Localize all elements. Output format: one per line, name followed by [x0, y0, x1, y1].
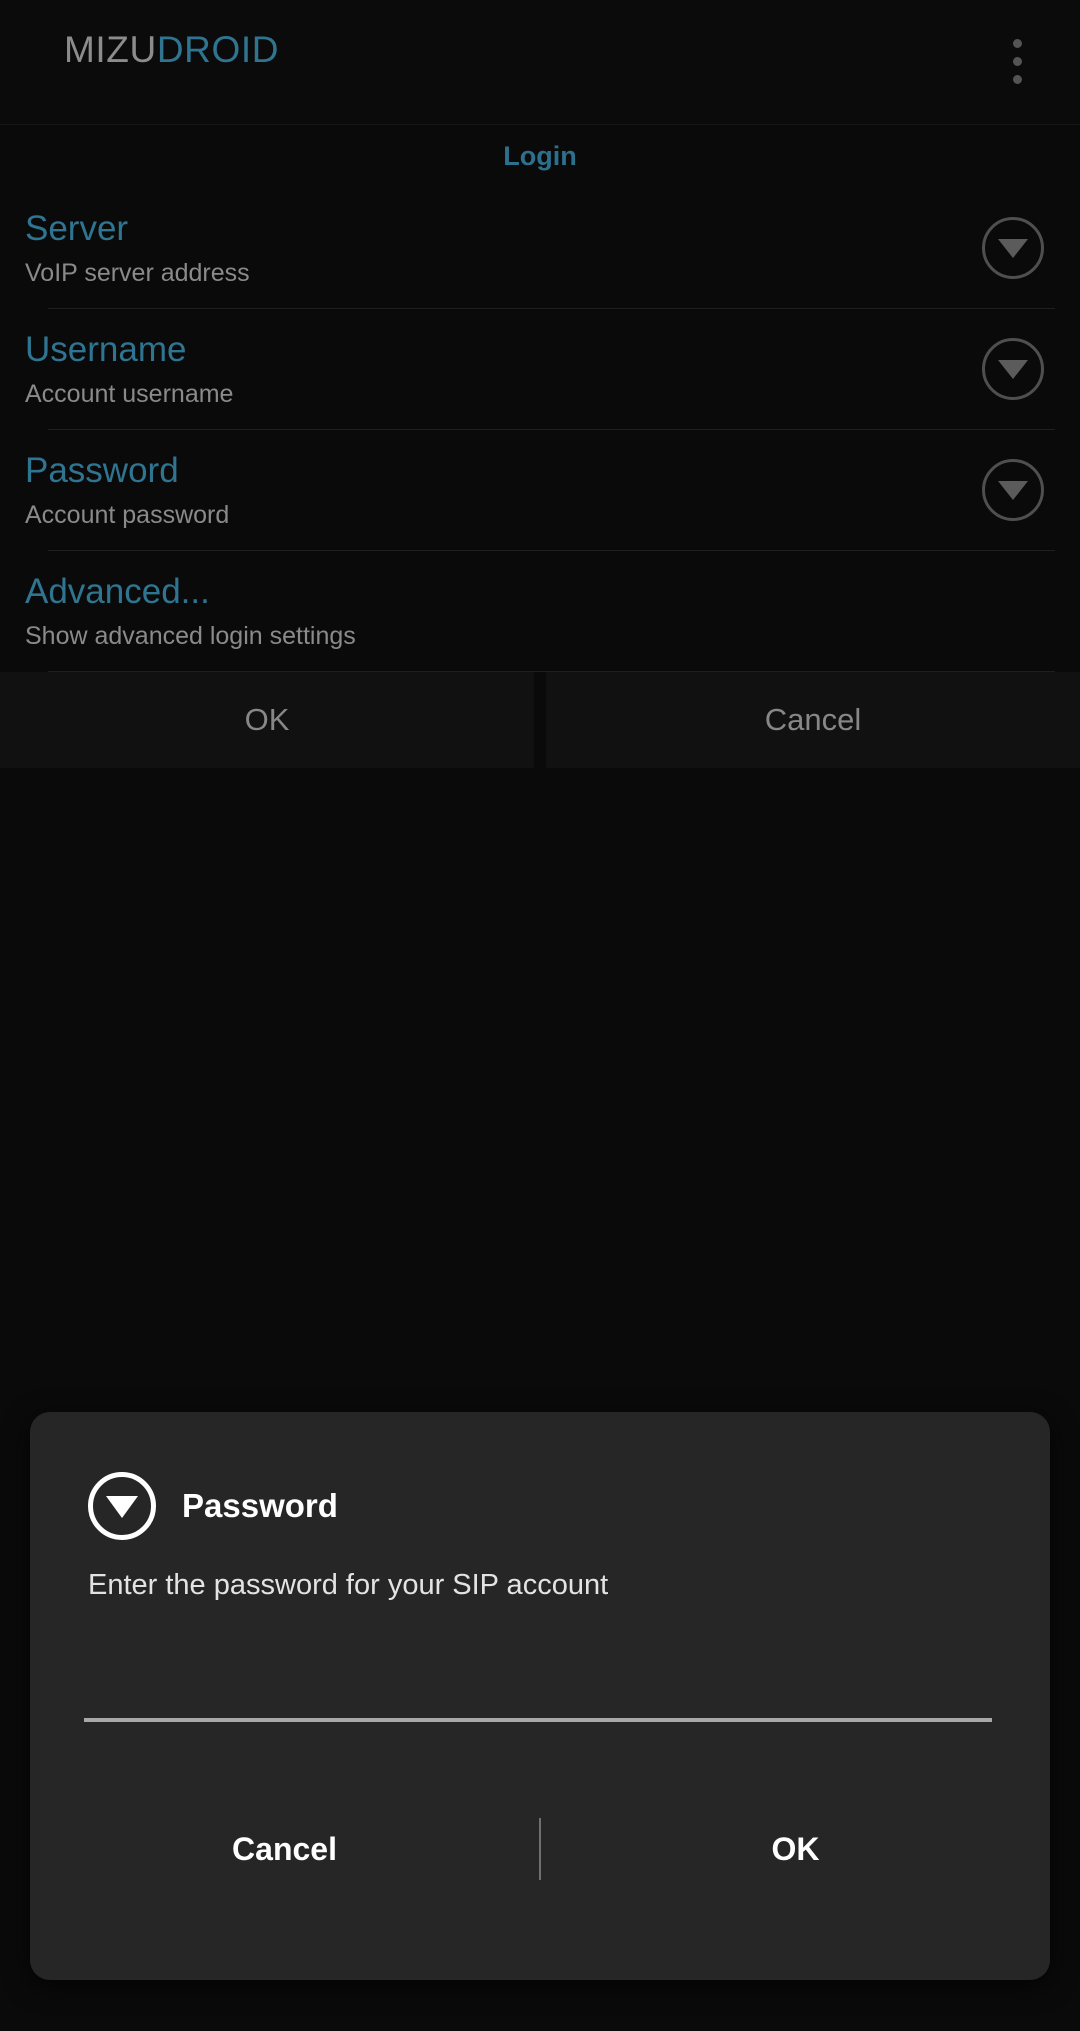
- preference-title: Password: [25, 451, 179, 490]
- dialog-cancel-button[interactable]: Cancel: [30, 1812, 539, 1886]
- preference-summary: Account username: [25, 380, 234, 408]
- dialog-ok-button[interactable]: OK: [541, 1812, 1050, 1886]
- preference-list: Server VoIP server address Username Acco…: [0, 187, 1080, 672]
- preference-summary: Account password: [25, 501, 230, 529]
- app-title-primary: MIZU: [64, 29, 157, 70]
- preference-title: Username: [25, 330, 187, 369]
- password-input[interactable]: [84, 1670, 992, 1722]
- dialog-input-wrap: [30, 1604, 1050, 1722]
- caret-shape: [982, 216, 1044, 279]
- app-title: MIZUDROID: [64, 28, 279, 72]
- action-bar: MIZUDROID: [0, 0, 1080, 125]
- dialog-message: Enter the password for your SIP account: [88, 1569, 609, 1601]
- preference-title: Server: [25, 209, 129, 248]
- preference-summary: VoIP server address: [25, 259, 250, 287]
- overflow-menu-icon[interactable]: [980, 18, 1054, 104]
- preference-title: Advanced...: [25, 572, 210, 611]
- app-title-accent: DROID: [156, 29, 280, 70]
- form-button-bar: OK Cancel: [0, 672, 1080, 768]
- circle-down-caret-icon[interactable]: [982, 216, 1044, 279]
- dialog-button-row: Cancel OK: [30, 1812, 1050, 1886]
- circle-down-caret-icon: [88, 1472, 156, 1540]
- preference-row-password[interactable]: Password Account password: [0, 429, 1080, 550]
- cancel-button[interactable]: Cancel: [546, 672, 1080, 768]
- circle-down-caret-icon[interactable]: [982, 458, 1044, 521]
- circle-down-caret-icon[interactable]: [982, 337, 1044, 400]
- preference-summary: Show advanced login settings: [25, 622, 356, 650]
- overflow-dot-1: [1012, 38, 1022, 48]
- password-dialog: Password Enter the password for your SIP…: [30, 1412, 1050, 1980]
- preference-row-server[interactable]: Server VoIP server address: [0, 187, 1080, 308]
- dialog-title: Password: [182, 1487, 338, 1524]
- ok-button[interactable]: OK: [0, 672, 534, 768]
- preference-row-username[interactable]: Username Account username: [0, 308, 1080, 429]
- overflow-dot-3: [1012, 74, 1022, 84]
- app-screen: MIZUDROID Login Server VoIP server addre…: [0, 0, 1080, 2031]
- caret-shape: [982, 337, 1044, 400]
- dialog-header: Password: [30, 1412, 1050, 1540]
- caret-shape: [982, 458, 1044, 521]
- preference-row-advanced[interactable]: Advanced... Show advanced login settings: [0, 550, 1080, 671]
- overflow-dot-2: [1012, 56, 1022, 66]
- page-title: Login: [0, 125, 1080, 187]
